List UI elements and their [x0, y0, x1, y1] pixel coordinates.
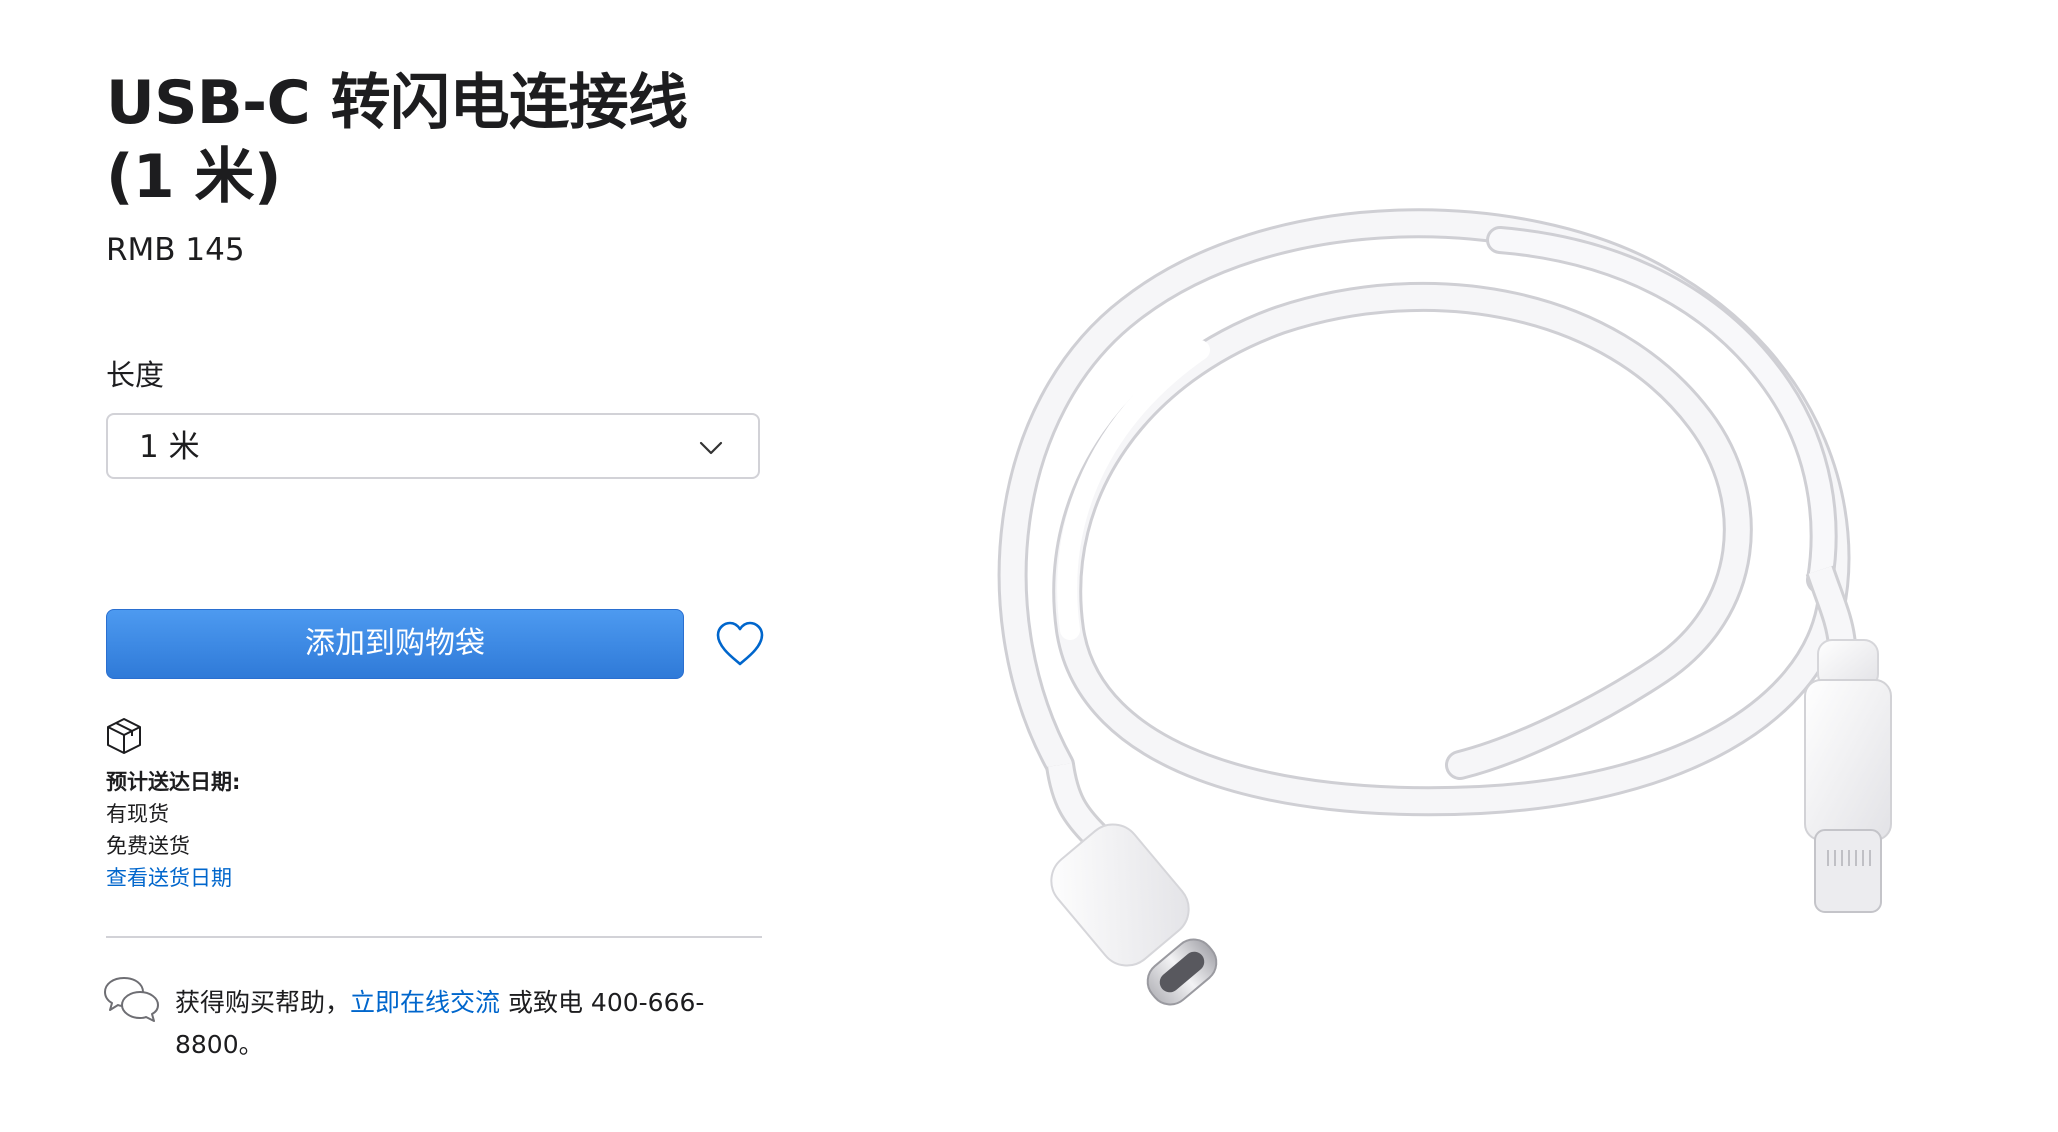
delivery-heading: 预计送达日期:: [106, 770, 241, 794]
delivery-dates-link[interactable]: 查看送货日期: [106, 862, 240, 894]
delivery-shipping: 免费送货: [106, 834, 190, 858]
product-image: [997, 208, 1892, 1006]
length-select[interactable]: 1 米: [106, 413, 760, 479]
usb-c-connector: [1045, 762, 1218, 1006]
package-box-icon: [107, 718, 141, 754]
add-to-bag-button[interactable]: 添加到购物袋: [106, 609, 684, 679]
divider: [106, 936, 762, 938]
delivery-info: 预计送达日期: 有现货 免费送货 查看送货日期: [106, 766, 240, 894]
product-title: USB-C 转闪电连接线 (1 米): [106, 66, 726, 214]
live-chat-link[interactable]: 立即在线交流: [350, 988, 500, 1017]
length-select-value: 1 米: [139, 429, 200, 465]
product-title-line2: (1 米): [106, 142, 281, 212]
purchase-help: 获得购买帮助，立即在线交流 或致电 400-666-8800。: [175, 982, 715, 1066]
product-price: RMB 145: [106, 232, 245, 268]
delivery-stock: 有现货: [106, 802, 169, 826]
favorite-heart-icon[interactable]: [714, 620, 766, 668]
cable-coils: [997, 208, 1851, 817]
chevron-down-icon: [699, 441, 723, 455]
product-title-line1: USB-C 转闪电连接线: [106, 68, 688, 138]
length-label: 长度: [106, 358, 165, 392]
chat-bubbles-icon: [104, 977, 159, 1022]
help-prefix: 获得购买帮助，: [175, 988, 351, 1017]
